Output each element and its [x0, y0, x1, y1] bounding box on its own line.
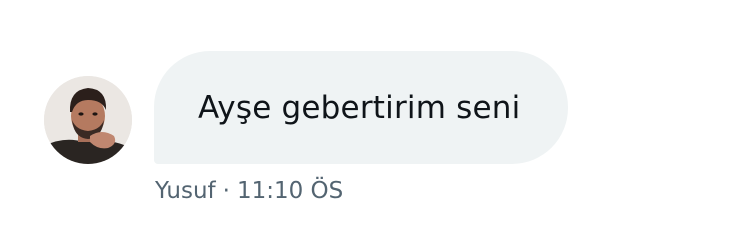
- message-text: Ayşe gebertirim seni: [198, 89, 521, 126]
- dm-message-row: Ayşe gebertirim seni Yusuf · 11:10 ÖS: [0, 0, 747, 249]
- message-timestamp: 11:10 ÖS: [236, 178, 344, 204]
- avatar[interactable]: [44, 76, 132, 164]
- sender-name[interactable]: Yusuf: [155, 178, 216, 204]
- message-meta: Yusuf · 11:10 ÖS: [155, 178, 343, 204]
- profile-photo-icon: [44, 76, 132, 164]
- message-bubble[interactable]: Ayşe gebertirim seni: [154, 51, 568, 164]
- meta-separator: ·: [222, 178, 230, 204]
